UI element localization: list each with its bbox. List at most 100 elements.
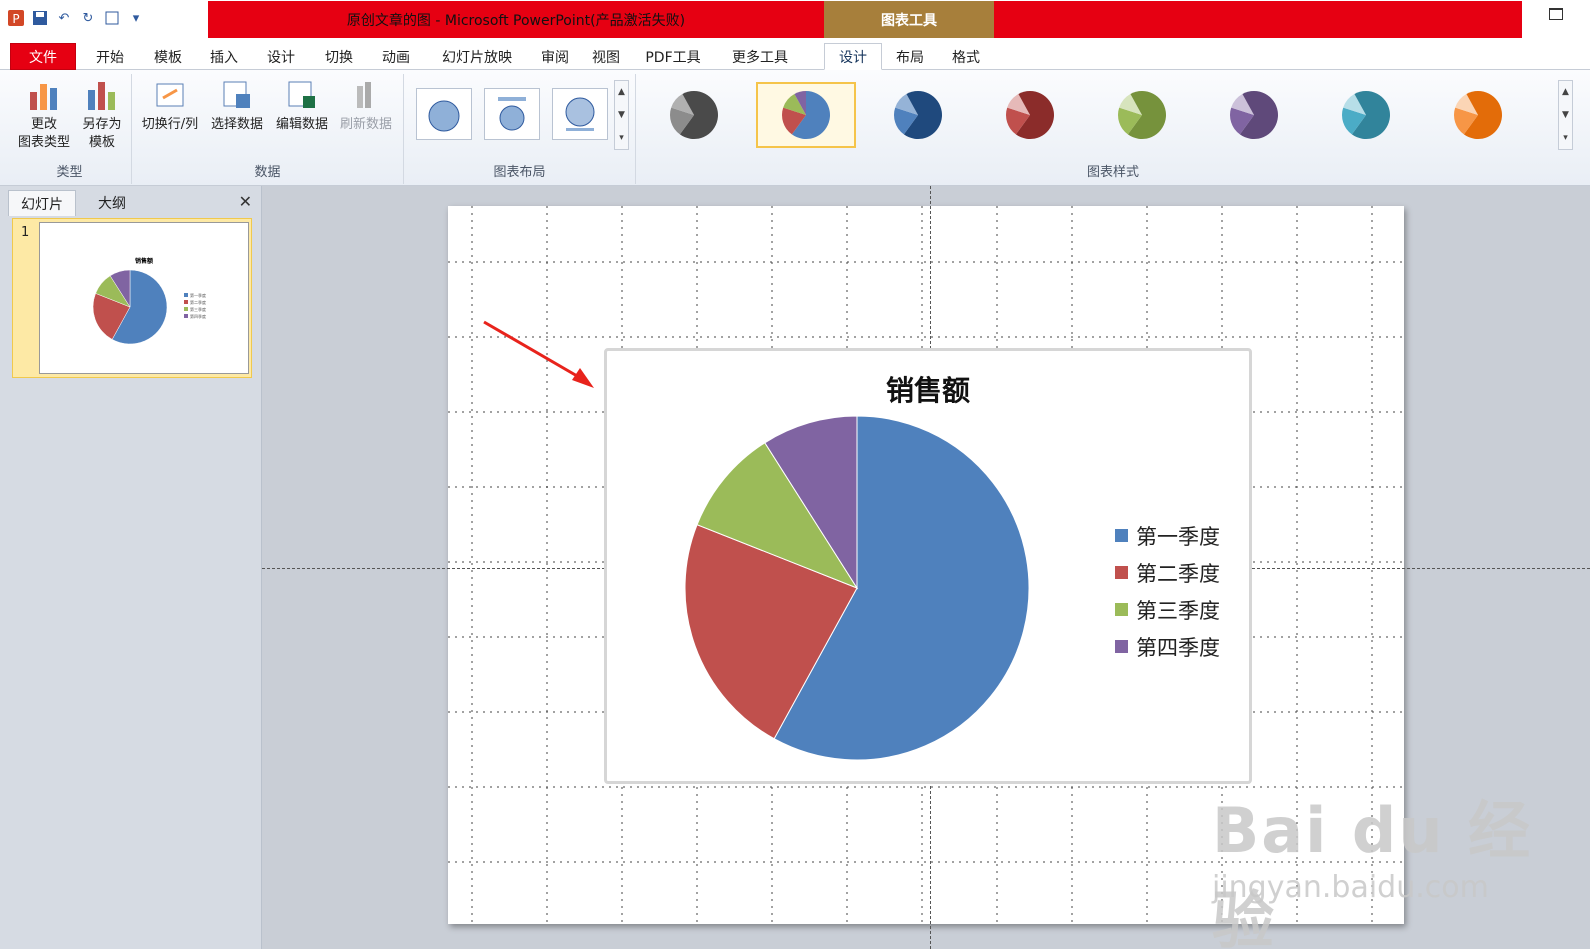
change-chart-type-button[interactable]: 更改 图表类型 <box>14 78 74 152</box>
svg-text:P: P <box>12 12 19 26</box>
ribbon-tabs: 文件 开始 模板 插入 设计 切换 动画 幻灯片放映 审阅 视图 PDF工具 更多工具 设计 布局 格式 <box>0 39 1590 70</box>
thumb-legend-swatch <box>184 300 188 304</box>
redo-icon[interactable]: ↻ <box>78 8 98 28</box>
tab-2[interactable]: 模板 <box>140 43 196 70</box>
tab-0[interactable]: 文件 <box>10 43 76 70</box>
style-pie-icon <box>1342 91 1390 139</box>
edit-data-button[interactable]: 编辑数据 <box>270 78 334 134</box>
legend-swatch <box>1115 566 1128 579</box>
style-pie-icon <box>1006 91 1054 139</box>
title-bar: P ↶ ↻ ▾ 原创文章的图 - Microsoft PowerPoint(产品… <box>0 0 1590 39</box>
chart-legend[interactable]: 第一季度第二季度第三季度第四季度 <box>1115 517 1220 665</box>
layout-pie-icon <box>498 97 526 131</box>
watermark-url: jingyan.baidu.com <box>1212 870 1489 905</box>
edit-data-icon <box>288 81 315 108</box>
legend-label: 第二季度 <box>1136 561 1220 586</box>
chart-style-5[interactable] <box>1092 82 1192 148</box>
maximize-icon[interactable] <box>1549 8 1563 20</box>
layout-gallery-scroll[interactable]: ▲ ▼ ▾ <box>614 80 629 150</box>
chevron-up-icon[interactable]: ▲ <box>618 87 625 97</box>
chart-style-4[interactable] <box>980 82 1080 148</box>
powerpoint-app-icon[interactable]: P <box>6 8 26 28</box>
legend-label: 第四季度 <box>1136 635 1220 660</box>
slide-thumbnail[interactable]: 销售额 第一季度 第二季度 第三季度 第四季度 <box>39 222 249 374</box>
style-pie-icon <box>894 91 942 139</box>
style-pie-icon <box>782 91 830 139</box>
chart-layout-1[interactable] <box>416 88 472 140</box>
switch-row-column-button[interactable]: 切换行/列 <box>136 78 204 134</box>
slide-thumbnail-item[interactable]: 1 销售额 第一季度 第二季度 第三季度 第四季度 <box>12 218 252 378</box>
more-icon[interactable]: ▾ <box>1563 133 1568 143</box>
save-icon[interactable] <box>30 8 50 28</box>
baidu-watermark: Bai du 经验 <box>1212 794 1533 949</box>
chart-style-1[interactable] <box>644 82 744 148</box>
thumb-legend-label: 第三季度 <box>190 306 206 312</box>
customize-qat-icon[interactable]: ▾ <box>126 8 146 28</box>
tab-slides[interactable]: 幻灯片 <box>8 190 76 216</box>
thumb-title: 销售额 <box>135 257 153 265</box>
chart-style-3[interactable] <box>868 82 968 148</box>
style-pie-icon <box>670 91 718 139</box>
title-bar-fill <box>994 1 1522 38</box>
refresh-data-label: 刷新数据 <box>339 117 392 132</box>
tab-4[interactable]: 设计 <box>252 43 310 70</box>
tab-8[interactable]: 审阅 <box>530 43 580 70</box>
tab-outline[interactable]: 大纲 <box>78 190 146 216</box>
style-pie-icon <box>1454 91 1502 139</box>
slide-number: 1 <box>21 225 30 240</box>
slides-panel: 幻灯片 大纲 ✕ 1 销售额 第一季度 第二季度 第三季度 第四季度 <box>0 186 262 949</box>
chevron-down-icon[interactable]: ▼ <box>1562 110 1569 120</box>
style-gallery-scroll[interactable]: ▲ ▼ ▾ <box>1558 80 1573 150</box>
chart-style-7[interactable] <box>1316 82 1416 148</box>
undo-icon[interactable]: ↶ <box>54 8 74 28</box>
chart-style-8[interactable] <box>1428 82 1528 148</box>
new-slide-icon[interactable] <box>102 8 122 28</box>
legend-swatch <box>1115 603 1128 616</box>
tab-14[interactable]: 格式 <box>938 43 994 70</box>
powerpoint-window: P ↶ ↻ ▾ 原创文章的图 - Microsoft PowerPoint(产品… <box>0 0 1590 949</box>
tab-1[interactable]: 开始 <box>80 43 140 70</box>
style-pie-icon <box>1118 91 1166 139</box>
chart-object[interactable]: 销售额 第一季度 第二季度 第三季度 第四季度 <box>604 348 1252 784</box>
save-as-template-label: 另存为 模板 <box>82 117 122 150</box>
select-data-button[interactable]: 选择数据 <box>204 78 270 134</box>
thumb-legend-label: 第四季度 <box>190 313 206 319</box>
close-icon[interactable]: ✕ <box>239 192 252 211</box>
red-arrow-annotation <box>483 320 594 388</box>
change-chart-type-label: 更改 图表类型 <box>17 117 70 150</box>
chart-layout-3[interactable] <box>552 88 608 140</box>
refresh-data-icon <box>357 82 371 108</box>
tab-3[interactable]: 插入 <box>196 43 252 70</box>
legend-entry-1[interactable]: 第一季度 <box>1115 517 1220 554</box>
bar-chart-icon <box>30 84 57 110</box>
switch-row-column-label: 切换行/列 <box>141 117 199 132</box>
chevron-up-icon[interactable]: ▲ <box>1562 87 1569 97</box>
layout-pie-icon <box>428 100 460 132</box>
edit-data-label: 编辑数据 <box>275 117 328 132</box>
tab-13[interactable]: 布局 <box>882 43 938 70</box>
chart-style-2[interactable] <box>756 82 856 148</box>
refresh-data-button[interactable]: 刷新数据 <box>334 78 398 134</box>
legend-entry-2[interactable]: 第二季度 <box>1115 554 1220 591</box>
chart-layout-2[interactable] <box>484 88 540 140</box>
group-type: 更改 图表类型 另存为 模板 类型 <box>8 74 132 184</box>
tab-9[interactable]: 视图 <box>580 43 632 70</box>
legend-entry-4[interactable]: 第四季度 <box>1115 628 1220 665</box>
chart-style-6[interactable] <box>1204 82 1304 148</box>
tab-5[interactable]: 切换 <box>310 43 368 70</box>
tab-7[interactable]: 幻灯片放映 <box>424 43 530 70</box>
style-pie-icon <box>1230 91 1278 139</box>
tab-12[interactable]: 设计 <box>824 43 882 70</box>
legend-entry-3[interactable]: 第三季度 <box>1115 591 1220 628</box>
more-icon[interactable]: ▾ <box>619 133 624 143</box>
layout-pie-icon <box>565 97 595 131</box>
tab-10[interactable]: PDF工具 <box>632 43 714 70</box>
group-data: 切换行/列 选择数据 编辑数据 刷新数据 数据 <box>132 74 404 184</box>
tab-11[interactable]: 更多工具 <box>714 43 806 70</box>
select-data-icon <box>223 81 250 108</box>
group-chart-layout: ▲ ▼ ▾ 图表布局 <box>404 74 636 184</box>
tab-6[interactable]: 动画 <box>368 43 424 70</box>
save-as-template-button[interactable]: 另存为 模板 <box>74 78 130 152</box>
chart-tools-header: 图表工具 <box>824 1 994 38</box>
chevron-down-icon[interactable]: ▼ <box>618 110 625 120</box>
